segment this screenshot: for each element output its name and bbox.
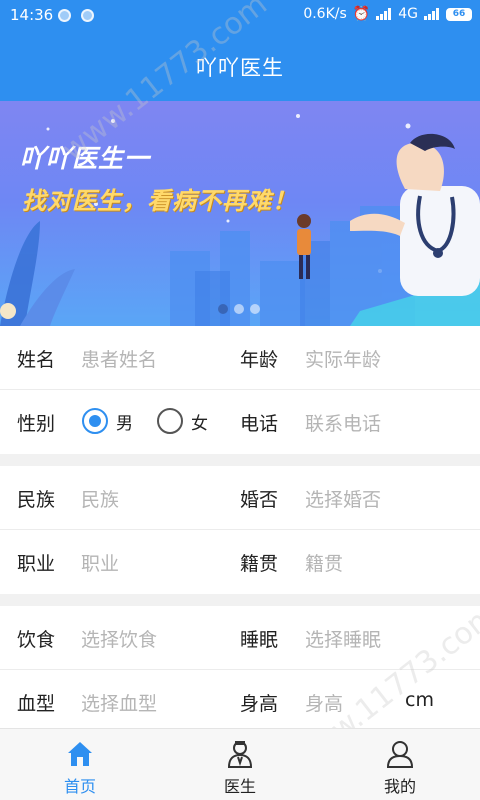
name-label: 姓名: [17, 349, 56, 371]
occupation-label: 职业: [17, 553, 56, 575]
form-row: 民族 民族 婚否 选择婚否: [0, 466, 480, 530]
status-time: 14:36: [10, 6, 54, 24]
alarm-icon: ⏰: [352, 6, 371, 22]
form-row: 血型 选择血型 身高 身高 cm: [0, 670, 480, 734]
battery-icon: 66: [446, 7, 472, 21]
app-header: 14:36 0.6K/s ⏰ 4G 66 吖吖医生: [0, 0, 480, 101]
diet-select[interactable]: 选择饮食: [81, 625, 157, 652]
radio-checked-icon: [82, 408, 108, 434]
gender-female-label: 女: [191, 413, 208, 434]
age-input[interactable]: 实际年龄: [305, 345, 381, 372]
carousel-indicator: [218, 304, 260, 314]
gender-female-radio[interactable]: 女: [157, 408, 208, 434]
signal-icon: [424, 8, 440, 20]
ethnicity-label: 民族: [17, 489, 56, 511]
patient-info-form: 姓名 患者姓名 年龄 实际年龄 性别 男 女 电话 联系电话 民族 民族 婚否 …: [0, 326, 480, 734]
tab-mine-label: 我的: [383, 777, 416, 796]
form-row: 姓名 患者姓名 年龄 实际年龄: [0, 326, 480, 390]
carousel-dot[interactable]: [234, 304, 244, 314]
tab-doctor[interactable]: 医生: [160, 729, 320, 800]
network-speed: 0.6K/s: [303, 6, 347, 22]
hometown-label: 籍贯: [240, 553, 279, 575]
notification-icon: [58, 9, 71, 22]
form-row: 饮食 选择饮食 睡眠 选择睡眠: [0, 606, 480, 670]
radio-unchecked-icon: [157, 408, 183, 434]
doctor-icon: [227, 741, 253, 768]
sleep-select[interactable]: 选择睡眠: [305, 625, 381, 652]
ethnicity-input[interactable]: 民族: [81, 485, 119, 512]
diet-label: 饮食: [17, 629, 56, 651]
signal-icon: [376, 8, 392, 20]
bottom-nav: 首页 医生 我的: [0, 728, 480, 800]
name-input[interactable]: 患者姓名: [81, 345, 157, 372]
occupation-input[interactable]: 职业: [81, 549, 119, 576]
user-icon: [386, 741, 414, 768]
banner-subtitle: 找对医生，看病不再难！: [22, 187, 297, 215]
gender-label: 性别: [17, 413, 56, 435]
form-row: 性别 男 女 电话 联系电话: [0, 390, 480, 454]
carousel-dot[interactable]: [218, 304, 228, 314]
tab-mine[interactable]: 我的: [320, 729, 480, 800]
height-input[interactable]: 身高: [305, 689, 343, 716]
section-divider: [0, 594, 480, 606]
marital-label: 婚否: [240, 489, 279, 511]
tab-home[interactable]: 首页: [0, 729, 160, 800]
height-unit: cm: [405, 689, 434, 711]
phone-input[interactable]: 联系电话: [305, 409, 381, 436]
blood-type-select[interactable]: 选择血型: [81, 689, 157, 716]
form-row: 职业 职业 籍贯 籍贯: [0, 530, 480, 594]
carousel-dot[interactable]: [250, 304, 260, 314]
network-type: 4G: [398, 6, 418, 22]
status-bar: 14:36 0.6K/s ⏰ 4G 66: [0, 0, 480, 32]
blood-type-label: 血型: [17, 693, 56, 715]
age-label: 年龄: [240, 349, 279, 371]
hometown-input[interactable]: 籍贯: [305, 549, 343, 576]
banner-title: 吖吖医生一: [20, 144, 151, 173]
tab-doctor-label: 医生: [223, 777, 256, 796]
section-divider: [0, 454, 480, 466]
phone-label: 电话: [240, 413, 279, 435]
tab-home-label: 首页: [63, 777, 96, 796]
gender-male-label: 男: [116, 413, 133, 434]
notification-icon: [81, 9, 94, 22]
banner-carousel[interactable]: 吖吖医生一 找对医生，看病不再难！: [0, 101, 480, 326]
home-icon: [68, 742, 92, 766]
marital-select[interactable]: 选择婚否: [305, 485, 381, 512]
height-label: 身高: [240, 693, 279, 715]
gender-male-radio[interactable]: 男: [82, 408, 133, 434]
page-title: 吖吖医生: [196, 56, 284, 80]
sleep-label: 睡眠: [240, 629, 279, 651]
